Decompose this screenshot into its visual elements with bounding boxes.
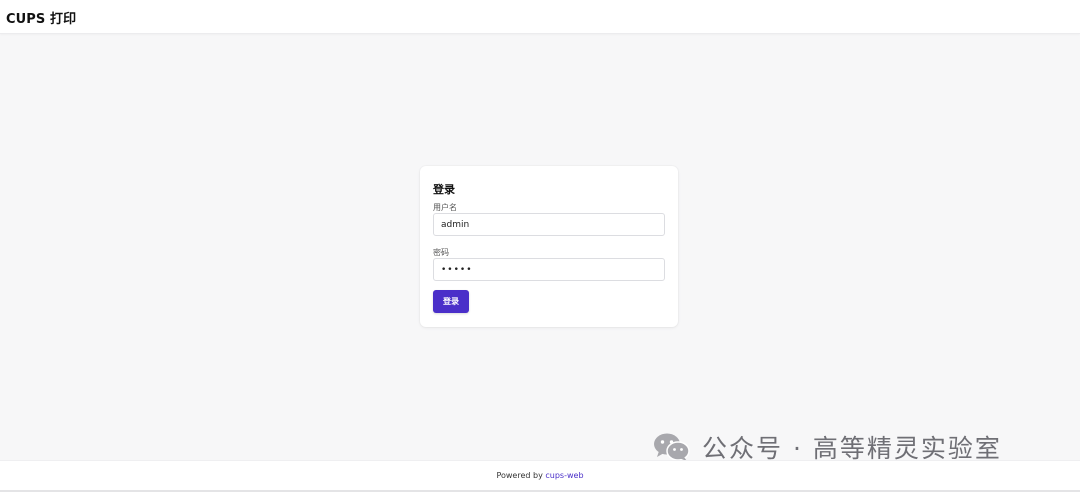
watermark: 公众号 · 高等精灵实验室 (652, 432, 1002, 463)
footer: Powered by cups-web (0, 460, 1080, 490)
password-label: 密码 (433, 248, 449, 257)
login-title: 登录 (433, 183, 455, 196)
login-button[interactable]: 登录 (433, 290, 469, 313)
app-title: CUPS 打印 (6, 12, 77, 27)
top-bar: CUPS 打印 (0, 0, 1080, 34)
cups-web-link[interactable]: cups-web (545, 471, 583, 480)
main-area: 登录 用户名 密码 登录 (0, 34, 1080, 460)
username-label: 用户名 (433, 203, 457, 212)
page: CUPS 打印 登录 用户名 密码 登录 公众号 · 高等精灵实验室 Power… (0, 0, 1080, 492)
username-input[interactable] (433, 213, 665, 236)
password-input[interactable] (433, 258, 665, 281)
footer-prefix: Powered by (496, 471, 546, 480)
wechat-icon (654, 433, 690, 461)
login-card: 登录 用户名 密码 登录 (420, 166, 678, 327)
